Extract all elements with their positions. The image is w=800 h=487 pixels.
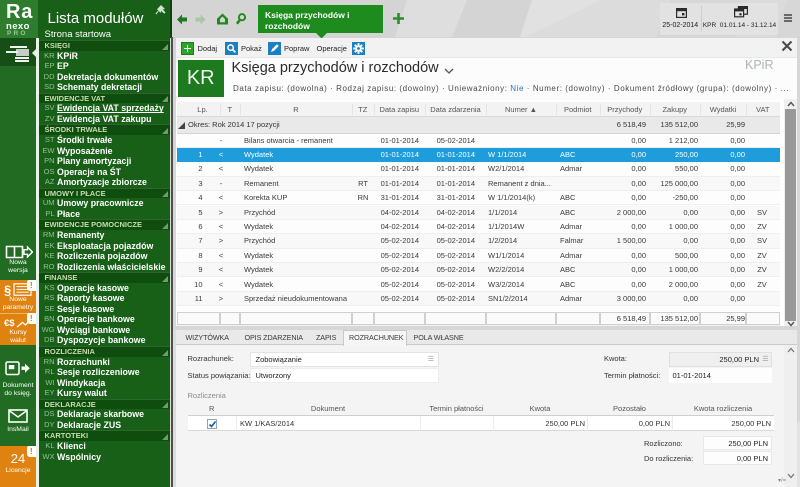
svg-text:€$: €$ <box>4 318 15 329</box>
svg-text:§: § <box>4 283 11 296</box>
